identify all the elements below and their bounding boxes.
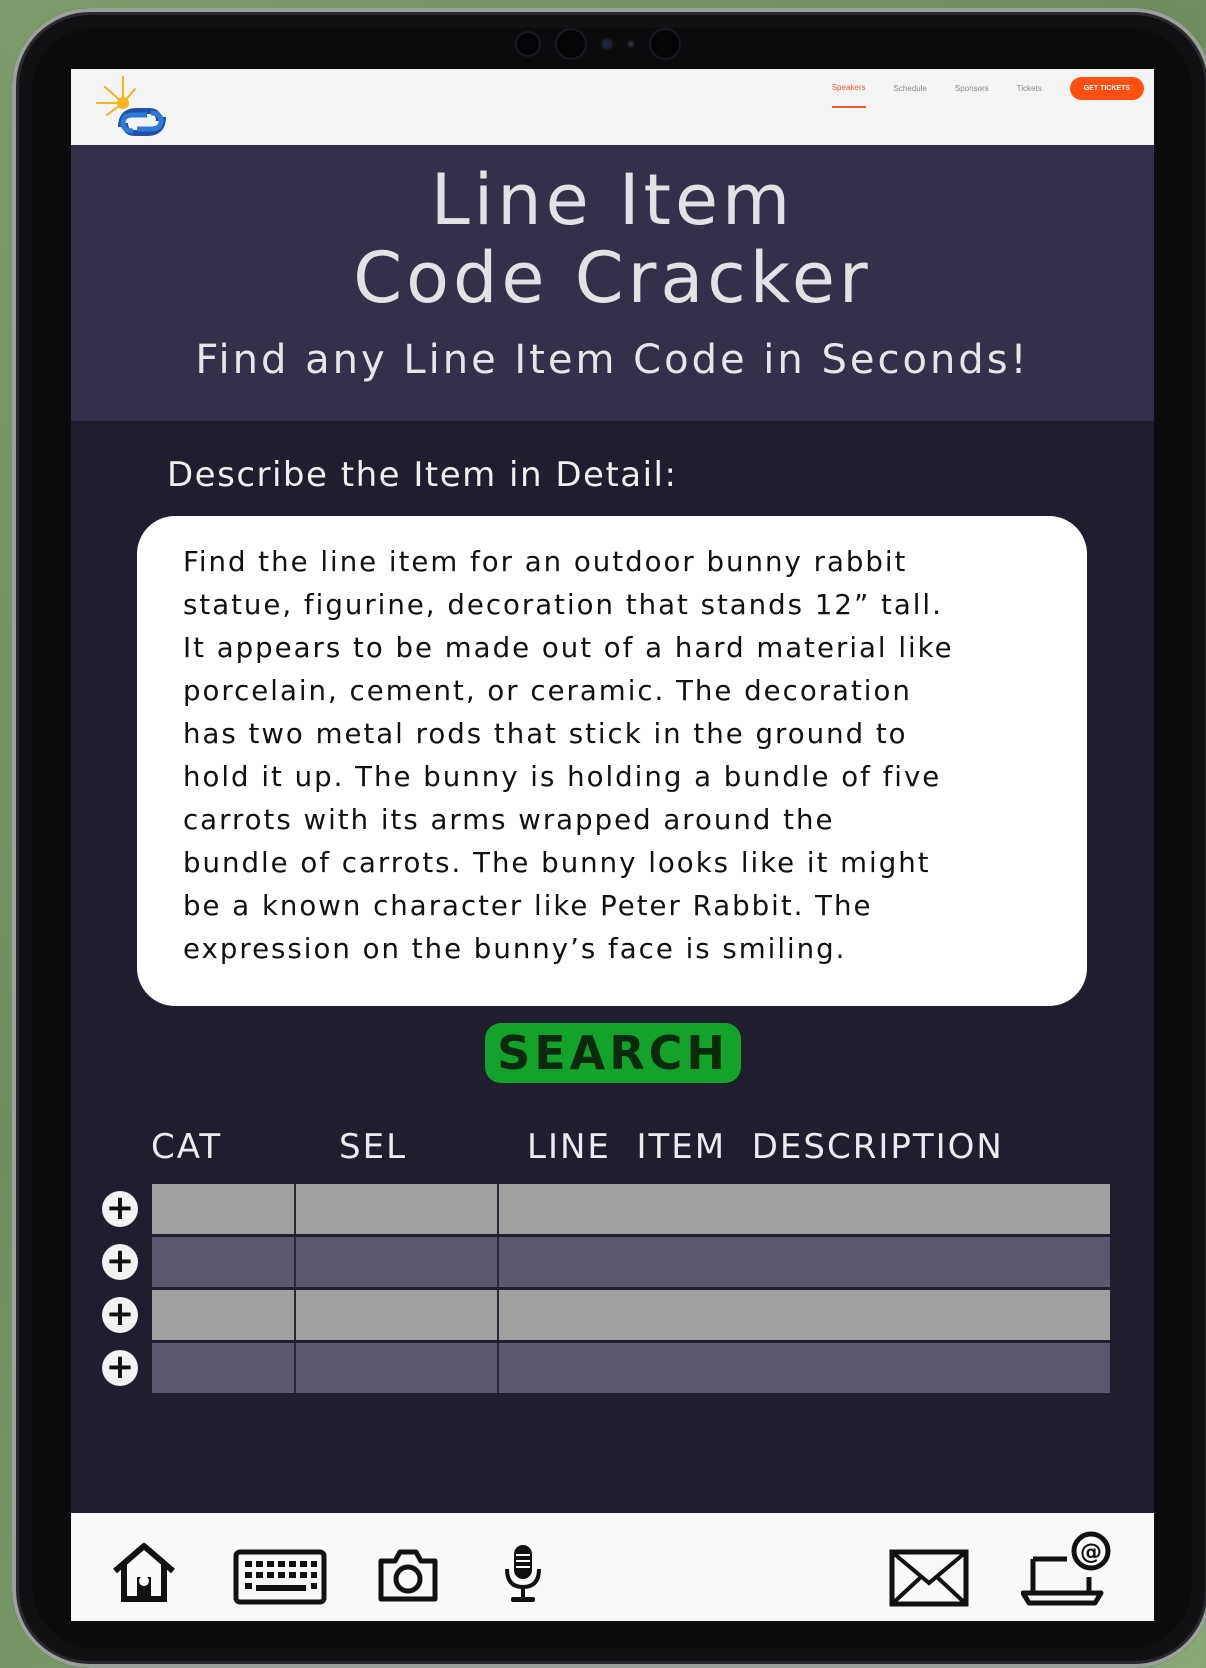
top-navbar: Speakers Schedule Sponsors Tickets GET T… xyxy=(71,69,1154,145)
camera-icon[interactable] xyxy=(377,1547,439,1603)
cell-sel xyxy=(296,1184,499,1234)
add-row-icon[interactable]: + xyxy=(102,1191,138,1227)
sensor-dot xyxy=(629,42,633,46)
brand-logo xyxy=(96,76,166,136)
cell-description xyxy=(499,1290,1110,1340)
page-title: Line Item Code Cracker xyxy=(71,145,1154,317)
app-screen: Speakers Schedule Sponsors Tickets GET T… xyxy=(71,69,1154,1621)
cell-cat xyxy=(152,1184,296,1234)
add-row-icon[interactable]: + xyxy=(102,1350,138,1386)
cell-sel xyxy=(296,1343,499,1393)
nav-links: Speakers Schedule Sponsors Tickets GET T… xyxy=(831,77,1144,108)
home-icon[interactable] xyxy=(111,1541,177,1603)
description-text: Find the line item for an outdoor bunny … xyxy=(183,545,954,965)
table-row: + xyxy=(102,1290,1110,1340)
svg-text:@: @ xyxy=(1080,1540,1102,1565)
front-camera xyxy=(557,30,585,58)
cell-description xyxy=(499,1343,1110,1393)
keyboard-icon[interactable] xyxy=(233,1549,327,1605)
column-header-cat: CAT xyxy=(151,1127,223,1167)
nav-link-schedule[interactable]: Schedule xyxy=(894,84,927,107)
title-line-2: Code Cracker xyxy=(353,237,872,319)
add-row-icon[interactable]: + xyxy=(102,1244,138,1280)
table-row: + xyxy=(102,1343,1110,1393)
cell-description xyxy=(499,1184,1110,1234)
results-table: + + + + xyxy=(102,1184,1110,1396)
laptop-at-icon[interactable]: @ xyxy=(1021,1531,1113,1607)
nav-link-sponsors[interactable]: Sponsors xyxy=(955,84,989,107)
nav-link-tickets[interactable]: Tickets xyxy=(1017,84,1042,107)
cell-cat xyxy=(152,1237,296,1287)
cell-description xyxy=(499,1237,1110,1287)
add-row-icon[interactable]: + xyxy=(102,1297,138,1333)
mail-icon[interactable] xyxy=(889,1549,969,1607)
table-row: + xyxy=(102,1237,1110,1287)
title-line-1: Line Item xyxy=(430,159,795,241)
get-tickets-button[interactable]: GET TICKETS xyxy=(1069,77,1144,100)
front-camera xyxy=(651,30,679,58)
column-header-description: LINE ITEM DESCRIPTION xyxy=(527,1127,1004,1167)
cell-cat xyxy=(152,1343,296,1393)
camera-lens xyxy=(603,40,611,48)
search-button[interactable]: SEARCH xyxy=(485,1023,741,1083)
cell-sel xyxy=(296,1237,499,1287)
sensor-dot xyxy=(517,33,539,55)
cell-sel xyxy=(296,1290,499,1340)
hero-subtitle: Find any Line Item Code in Seconds! xyxy=(195,337,1030,383)
description-label: Describe the Item in Detail: xyxy=(167,455,678,495)
description-textarea[interactable]: Find the line item for an outdoor bunny … xyxy=(137,516,1087,1006)
cell-cat xyxy=(152,1290,296,1340)
table-row: + xyxy=(102,1184,1110,1234)
hero-banner: Line Item Code Cracker Find any Line Ite… xyxy=(71,145,1154,421)
microphone-icon[interactable] xyxy=(501,1543,545,1605)
bottom-toolbar: @ xyxy=(71,1513,1154,1621)
camera-array xyxy=(517,30,679,58)
nav-link-speakers[interactable]: Speakers xyxy=(831,83,866,108)
column-header-sel: SEL xyxy=(339,1127,408,1167)
